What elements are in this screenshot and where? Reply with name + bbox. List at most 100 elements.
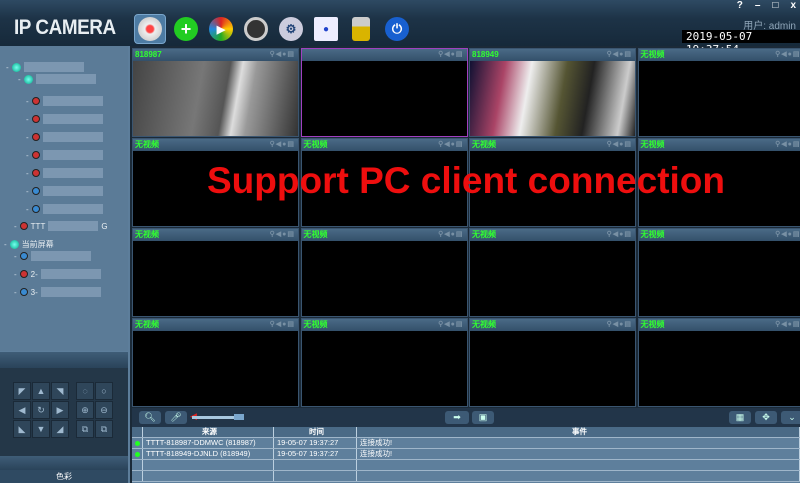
video-cell[interactable]: 818949 ⚲◀●▤ — [469, 48, 636, 137]
tree-node[interactable]: - — [26, 186, 103, 196]
group-icon — [9, 240, 19, 249]
video-cell[interactable]: 无视频 ⚲◀●▤ — [132, 138, 299, 227]
tree-node[interactable]: - — [18, 74, 96, 84]
video-cell[interactable]: 无视频 ⚲◀●▤ — [637, 138, 800, 227]
splitter[interactable] — [0, 352, 128, 368]
live-view-button[interactable] — [134, 14, 166, 44]
video-feed — [133, 61, 298, 136]
cell-tools-icon[interactable]: ⚲◀●▤ — [438, 139, 463, 151]
tree-node[interactable]: - — [26, 150, 103, 160]
lock-button[interactable] — [345, 14, 377, 44]
video-cell[interactable]: 无视频 ⚲◀●▤ — [300, 138, 468, 227]
log-row[interactable]: TTTT-818949-DJNLD (818949) 19-05-07 19:3… — [132, 449, 800, 460]
cell-tools-icon[interactable]: ⚲◀●▤ — [270, 139, 295, 151]
video-cell[interactable]: 无视频 ⚲◀●▤ — [637, 48, 800, 137]
video-cell[interactable]: 818987 ⚲◀●▤ — [132, 48, 299, 137]
camera-icon — [31, 133, 40, 141]
cell-tools-icon[interactable]: ⚲◀●▤ — [775, 49, 800, 61]
microphone-button[interactable]: 🎤︎ — [165, 411, 187, 424]
column-event[interactable]: 事件 — [357, 427, 800, 437]
video-cell[interactable]: 无视频 ⚲◀●▤ — [132, 318, 299, 407]
ptz-up-button[interactable]: ▲ — [32, 382, 50, 400]
tree-node[interactable]: -3- — [14, 287, 101, 297]
video-cell[interactable]: 无视频 ⚲◀●▤ — [469, 228, 636, 317]
settings-button[interactable]: ⚙ — [275, 14, 307, 44]
video-cell[interactable]: 无视频 ⚲◀●▤ — [469, 138, 636, 227]
cell-tools-icon[interactable]: ⚲◀●▤ — [270, 319, 295, 331]
cell-label: 无视频 — [640, 140, 665, 149]
help-button[interactable]: ? — [737, 0, 743, 11]
cell-label: 818949 — [472, 50, 499, 59]
exit-button[interactable]: ⏻ — [381, 14, 413, 44]
collapse-button[interactable]: ⌄ — [781, 411, 800, 424]
cell-tools-icon[interactable]: ⚲◀●▤ — [438, 319, 463, 331]
iris-open-button[interactable]: ⧉ — [76, 420, 94, 438]
fullscreen-button[interactable]: ✥ — [755, 411, 777, 424]
column-source[interactable]: 来源 — [143, 427, 274, 437]
tree-node[interactable]: - — [26, 168, 103, 178]
record-button[interactable] — [240, 14, 272, 44]
video-cell[interactable]: 无视频 ⚲◀●▤ — [637, 228, 800, 317]
iris-close-button[interactable]: ⧉ — [95, 420, 113, 438]
tree-node[interactable]: - — [14, 251, 91, 261]
zoom-in-button[interactable]: ⊕ — [76, 401, 94, 419]
device-tree: - - - - - - - - - - TTT G - 当前屏幕 - -2- -3- — [0, 46, 128, 351]
maximize-button[interactable]: □ — [772, 0, 778, 11]
volume-slider[interactable] — [192, 414, 244, 420]
cell-tools-icon[interactable]: ⚲◀●▤ — [270, 229, 295, 241]
cell-tools-icon[interactable]: ⚲◀●▤ — [270, 49, 295, 61]
video-cell[interactable]: 无视频 ⚲◀●▤ — [300, 228, 468, 317]
log-button[interactable]: ● — [310, 14, 342, 44]
tree-node[interactable]: - — [26, 114, 103, 124]
cell-header: 无视频 ⚲◀●▤ — [638, 139, 800, 151]
camera-icon — [31, 205, 40, 213]
cell-tools-icon[interactable]: ⚲◀●▤ — [607, 229, 632, 241]
ptz-down-left-button[interactable]: ◣ — [13, 420, 31, 438]
layout-button[interactable]: ▦ — [729, 411, 751, 424]
tree-node-current-screen[interactable]: - 当前屏幕 — [4, 239, 54, 250]
ptz-down-right-button[interactable]: ◢ — [51, 420, 69, 438]
cell-tools-icon[interactable]: ⚲◀●▤ — [607, 139, 632, 151]
ptz-up-left-button[interactable]: ◤ — [13, 382, 31, 400]
splitter[interactable] — [0, 456, 128, 470]
cell-label: 无视频 — [640, 320, 665, 329]
minimize-button[interactable]: – — [755, 0, 761, 11]
log-row[interactable]: TTTT-818987-DDMWC (818987) 19-05-07 19:3… — [132, 438, 800, 449]
video-cell[interactable]: 无视频 ⚲◀●▤ — [637, 318, 800, 407]
focus-near-button[interactable]: ◌ — [76, 382, 94, 400]
tree-node[interactable]: - — [26, 132, 103, 142]
ptz-left-button[interactable]: ◀ — [13, 401, 31, 419]
add-device-button[interactable]: + — [170, 14, 202, 44]
cell-tools-icon[interactable]: ⚲◀●▤ — [775, 229, 800, 241]
cell-tools-icon[interactable]: ⚲◀●▤ — [607, 319, 632, 331]
ptz-down-button[interactable]: ▼ — [32, 420, 50, 438]
focus-far-button[interactable]: ○ — [95, 382, 113, 400]
zoom-out-button[interactable]: ⊖ — [95, 401, 113, 419]
video-cell[interactable]: 无视频 ⚲◀●▤ — [469, 318, 636, 407]
color-tab[interactable]: 色彩 — [0, 470, 128, 483]
tree-node[interactable]: -2- — [14, 269, 101, 279]
tree-node[interactable]: - — [26, 204, 103, 214]
tree-node[interactable]: - — [26, 96, 103, 106]
playback-button[interactable]: ▶ — [205, 14, 237, 44]
close-button[interactable]: x — [790, 0, 796, 11]
cell-tools-icon[interactable]: ⚲◀●▤ — [438, 49, 463, 61]
tree-node[interactable]: - TTT G — [14, 221, 108, 231]
search-button[interactable]: 🔍︎ — [139, 411, 161, 424]
cell-tools-icon[interactable]: ⚲◀●▤ — [438, 229, 463, 241]
cell-tools-icon[interactable]: ⚲◀●▤ — [775, 139, 800, 151]
ptz-right-button[interactable]: ▶ — [51, 401, 69, 419]
snapshot-button[interactable]: ▣ — [472, 411, 494, 424]
camera-icon — [31, 115, 40, 123]
event-log: 来源 时间 事件 TTTT-818987-DDMWC (818987) 19-0… — [132, 427, 800, 483]
switch-stream-button[interactable]: ➡ — [445, 411, 469, 424]
video-cell[interactable]: ⚲◀●▤ — [300, 48, 468, 137]
video-cell[interactable]: 无视频 ⚲◀●▤ — [132, 228, 299, 317]
video-cell[interactable]: 无视频 ⚲◀●▤ — [300, 318, 468, 407]
column-time[interactable]: 时间 — [274, 427, 357, 437]
ptz-up-right-button[interactable]: ◥ — [51, 382, 69, 400]
cell-tools-icon[interactable]: ⚲◀●▤ — [775, 319, 800, 331]
cell-tools-icon[interactable]: ⚲◀●▤ — [607, 49, 632, 61]
ptz-rotate-button[interactable]: ↻ — [32, 401, 50, 419]
cell-label: 无视频 — [472, 140, 496, 149]
